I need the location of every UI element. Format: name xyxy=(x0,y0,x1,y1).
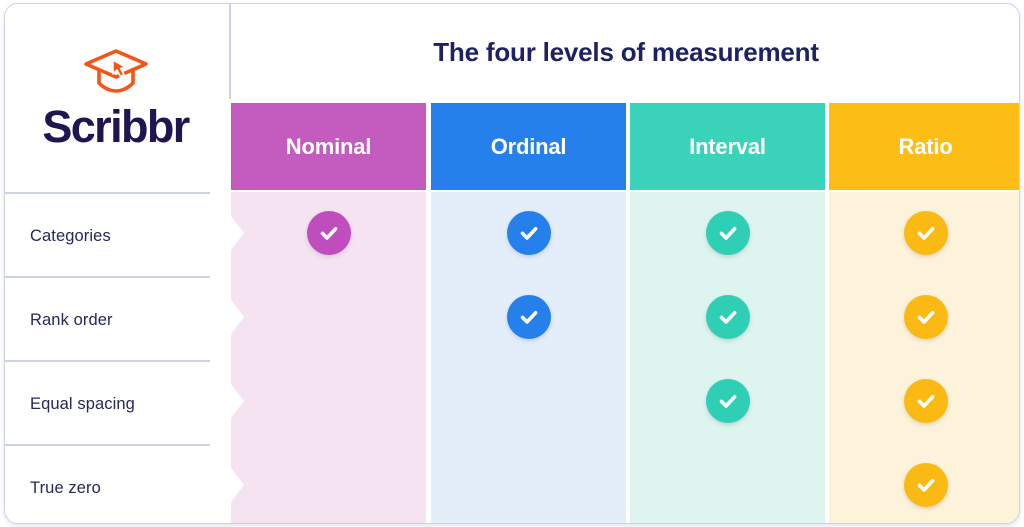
column-header-ratio[interactable]: Ratio xyxy=(829,103,1019,190)
divider-row-1 xyxy=(5,276,210,278)
column-header-ordinal[interactable]: Ordinal xyxy=(431,103,626,190)
check-badge xyxy=(903,295,948,339)
column-body-nominal xyxy=(231,192,426,523)
check-badge xyxy=(903,211,948,255)
check-badge xyxy=(903,379,948,423)
row-label-column: Scribbr Categories Rank order Equal spac… xyxy=(5,4,226,523)
cell-interval-categories xyxy=(630,192,825,274)
column-header-label: Interval xyxy=(689,133,766,159)
column-header-label: Ordinal xyxy=(490,133,567,159)
column-ratio: Ratio xyxy=(829,103,1019,523)
measurement-levels-card: Scribbr Categories Rank order Equal spac… xyxy=(4,3,1020,524)
check-badge xyxy=(705,379,750,423)
check-mark-icon xyxy=(917,478,934,492)
row-label-rank-order: Rank order xyxy=(5,278,226,362)
row-label-text: Equal spacing xyxy=(30,394,135,413)
column-header-label: Nominal xyxy=(285,133,372,159)
row-label-text: Categories xyxy=(30,226,111,245)
check-badge xyxy=(705,211,750,255)
column-body-ordinal xyxy=(431,192,626,523)
column-body-ratio xyxy=(829,192,1019,523)
row-pointer-notch xyxy=(231,216,244,250)
check-badge xyxy=(306,211,351,255)
check-badge xyxy=(705,295,750,339)
cell-nominal-true-zero xyxy=(231,444,426,523)
scribbr-logo: Scribbr xyxy=(5,4,226,191)
cell-ratio-categories xyxy=(829,192,1019,274)
cell-interval-true-zero xyxy=(630,444,825,523)
graduation-cap-cursor-icon xyxy=(83,49,148,93)
check-badge xyxy=(506,295,551,339)
row-pointer-notch xyxy=(231,300,244,334)
check-badge xyxy=(506,211,551,255)
row-pointer-notch xyxy=(231,384,244,418)
column-header-label: Ratio xyxy=(898,133,953,159)
scribbr-wordmark: Scribbr xyxy=(42,101,190,152)
cell-ratio-equal-spacing xyxy=(829,360,1019,442)
row-pointer-notch xyxy=(231,468,244,502)
check-mark-icon xyxy=(719,227,736,240)
vertical-divider xyxy=(229,4,231,99)
cell-interval-rank-order xyxy=(630,276,825,358)
row-label-true-zero: True zero xyxy=(5,446,226,523)
page-title: The four levels of measurement xyxy=(433,37,819,67)
cell-ratio-true-zero xyxy=(829,444,1019,523)
cell-nominal-categories xyxy=(231,192,426,274)
check-mark-icon xyxy=(320,227,337,240)
column-interval: Interval xyxy=(630,103,825,523)
column-header-interval[interactable]: Interval xyxy=(630,103,825,190)
levels-grid: Nominal Ordinal Interval Ratio xyxy=(231,103,1019,523)
column-body-interval xyxy=(630,192,825,523)
cell-ordinal-true-zero xyxy=(431,444,626,523)
cursor-arrow-icon xyxy=(111,59,127,78)
check-mark-icon xyxy=(719,311,736,324)
cell-nominal-rank-order xyxy=(231,276,426,358)
cell-nominal-equal-spacing xyxy=(231,360,426,442)
column-ordinal: Ordinal xyxy=(431,103,626,523)
row-label-text: Rank order xyxy=(30,310,113,329)
row-label-equal-spacing: Equal spacing xyxy=(5,362,226,446)
check-mark-icon xyxy=(917,227,934,240)
cell-ordinal-rank-order xyxy=(431,276,626,358)
cell-ordinal-categories xyxy=(431,192,626,274)
column-nominal: Nominal xyxy=(231,103,426,523)
cell-ratio-rank-order xyxy=(829,276,1019,358)
check-badge xyxy=(903,462,948,507)
column-header-nominal[interactable]: Nominal xyxy=(231,103,426,190)
check-mark-icon xyxy=(520,311,537,324)
cell-interval-equal-spacing xyxy=(630,360,825,442)
check-mark-icon xyxy=(917,311,934,324)
row-label-categories: Categories xyxy=(5,194,226,278)
check-mark-icon xyxy=(719,395,736,408)
divider-row-3 xyxy=(5,444,210,446)
divider-row-2 xyxy=(5,360,210,362)
check-mark-icon xyxy=(917,395,934,408)
cell-ordinal-equal-spacing xyxy=(431,360,626,442)
divider-logo-bottom xyxy=(5,192,210,194)
row-label-text: True zero xyxy=(30,478,101,497)
check-mark-icon xyxy=(520,227,537,240)
